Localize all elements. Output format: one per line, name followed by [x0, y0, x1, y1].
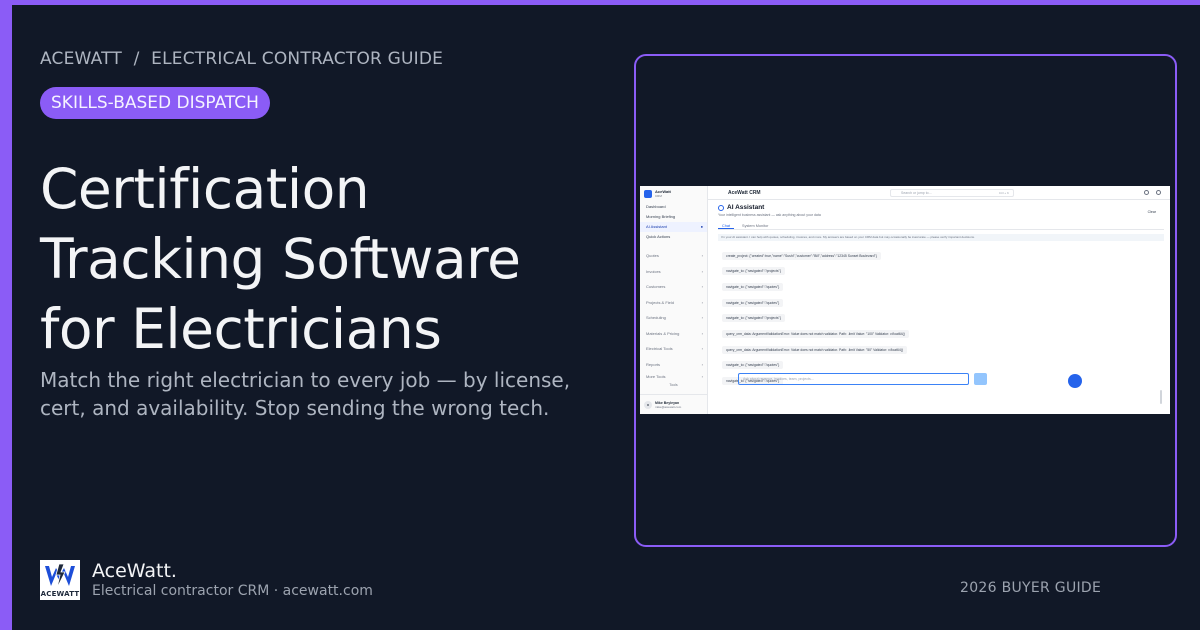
brand-name: AceWatt.: [92, 560, 177, 582]
assistant-fab-button[interactable]: [1068, 374, 1082, 388]
app-sidebar: AceWatt CRM Dashboard Morning Briefing A…: [640, 186, 708, 414]
app-screenshot: AceWatt CRM Dashboard Morning Briefing A…: [640, 186, 1170, 414]
send-button[interactable]: [974, 373, 987, 385]
chat-message: create_project: {"created":true,"name":"…: [722, 252, 881, 260]
user-email: mike@acewatt.com: [655, 404, 682, 409]
sidebar-item-morning-briefing[interactable]: Morning Briefing: [640, 212, 707, 222]
chat-tabs: Chat System Monitor: [718, 222, 1164, 230]
search-shortcut: Ctrl + K: [998, 191, 1009, 195]
page-title: Certification Tracking Software for Elec…: [40, 154, 600, 364]
app-top-title: AceWatt CRM: [728, 189, 761, 196]
chat-message: query_crm_data: ArgumentValidationError:…: [722, 330, 909, 338]
tab-chat[interactable]: Chat: [718, 222, 735, 229]
chat-input[interactable]: Ask about revenue, invoices, team, proje…: [738, 373, 969, 385]
sidebar-item-ai-assistant[interactable]: AI Assistant ●: [640, 222, 707, 232]
breadcrumb: ACEWATT / ELECTRICAL CONTRACTOR GUIDE: [40, 49, 443, 69]
sidebar-section-customers[interactable]: Customers ›: [640, 279, 707, 295]
avatar: M: [644, 400, 652, 409]
title-line: Tracking Software: [40, 227, 521, 291]
guide-label: 2026 BUYER GUIDE: [960, 580, 1102, 596]
sidebar-section-invoices[interactable]: Invoices ›: [640, 264, 707, 280]
app-brand-sub: CRM: [655, 194, 662, 198]
sidebar-section-projects[interactable]: Projects & Field ›: [640, 295, 707, 311]
page-subtitle: Match the right electrician to every job…: [40, 368, 571, 420]
sidebar-tools-label: Tools: [669, 383, 678, 387]
search-input[interactable]: Search or jump to... Ctrl + K: [890, 189, 1014, 197]
sidebar-item-dashboard[interactable]: Dashboard: [640, 202, 707, 212]
ai-icon: [718, 204, 724, 211]
lightning-w-icon: [45, 563, 75, 589]
left-accent-bar: [0, 0, 12, 630]
sidebar-item-quick-actions[interactable]: Quick Actions: [640, 232, 707, 242]
brand-tagline: Electrical contractor CRM · acewatt.com: [92, 583, 373, 599]
acewatt-logo: ACEWATT: [40, 560, 80, 600]
user-name: Mike Beyleyan: [655, 400, 680, 405]
tab-system-monitor[interactable]: System Monitor: [738, 222, 772, 229]
app-topbar: AceWatt CRM Search or jump to... Ctrl + …: [708, 186, 1170, 200]
chat-message: navigate_to: {"navigated":"/quotes"}: [722, 283, 784, 291]
app-brand: AceWatt CRM: [640, 186, 707, 202]
chat-subtitle: Your intelligent business assistant — as…: [718, 213, 821, 217]
user-profile[interactable]: M Mike Beyleyan mike@acewatt.com: [640, 394, 708, 414]
sidebar-section-scheduling[interactable]: Scheduling ›: [640, 310, 707, 326]
chat-scrollbar[interactable]: [1160, 390, 1162, 404]
breadcrumb-brand[interactable]: ACEWATT: [40, 49, 122, 69]
title-line: Certification: [40, 157, 370, 221]
chat-message: navigate_to: {"navigated":"/quotes"}: [722, 299, 784, 307]
app-logo-icon: [644, 190, 652, 198]
chat-title: AI Assistant: [718, 204, 1164, 211]
chat-message: navigate_to: {"navigated":"/quotes"}: [722, 361, 784, 369]
title-line: for Electricians: [40, 297, 442, 361]
bell-icon[interactable]: [1156, 190, 1161, 195]
sidebar-section-reports[interactable]: Reports ›: [640, 357, 707, 373]
top-accent-bar: [0, 0, 1200, 5]
chat-message: navigate_to: {"navigated":"/projects"}: [722, 314, 785, 322]
breadcrumb-section[interactable]: ELECTRICAL CONTRACTOR GUIDE: [151, 49, 443, 69]
logo-wordmark: ACEWATT: [40, 590, 80, 598]
sidebar-section-electrical-tools[interactable]: Electrical Tools ›: [640, 341, 707, 357]
brand-block: ACEWATT AceWatt. Electrical contractor C…: [40, 560, 373, 600]
sidebar-section-more-tools[interactable]: More Tools ›: [640, 372, 707, 381]
clear-button[interactable]: Clear: [1148, 210, 1156, 214]
sidebar-section-materials[interactable]: Materials & Pricing ›: [640, 326, 707, 342]
breadcrumb-separator: /: [133, 49, 140, 69]
chat-message: navigate_to: {"navigated":"/projects"}: [722, 267, 785, 275]
ai-disclaimer: I'm your AI assistant. I can help with q…: [718, 234, 1164, 241]
sidebar-section-quotes[interactable]: Quotes ›: [640, 248, 707, 264]
category-pill: SKILLS-BASED DISPATCH: [40, 87, 270, 119]
settings-icon[interactable]: [1144, 190, 1149, 195]
chat-message: query_crm_data: ArgumentValidationError:…: [722, 346, 907, 354]
